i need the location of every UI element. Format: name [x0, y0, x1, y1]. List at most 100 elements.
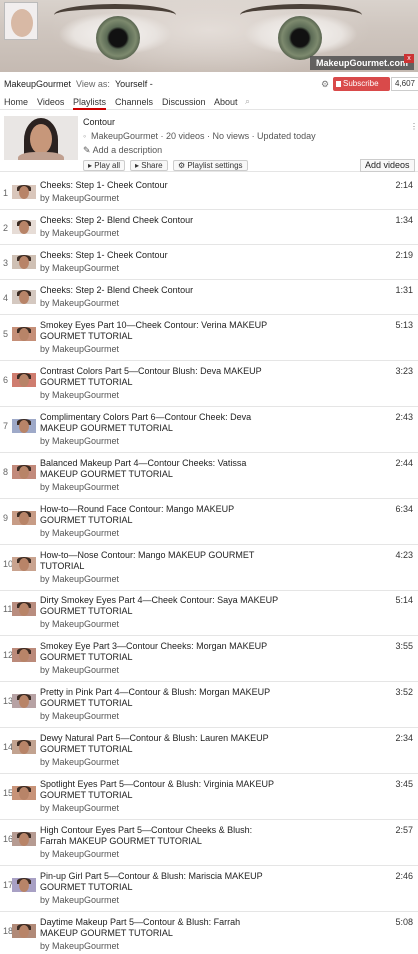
playlist-video-row[interactable]: 15 Spotlight Eyes Part 5—Contour & Blush:…: [0, 774, 418, 820]
video-thumbnail[interactable]: [12, 602, 36, 617]
video-thumbnail[interactable]: [12, 255, 36, 269]
video-index: 6: [3, 374, 9, 385]
playlist-video-row[interactable]: 13 Pretty in Pink Part 4—Contour & Blush:…: [0, 682, 418, 729]
tab-home[interactable]: Home: [4, 97, 28, 107]
channel-name[interactable]: MakeupGourmet: [4, 79, 71, 89]
playlist-settings-button[interactable]: ⚙ Playlist settings: [173, 160, 248, 171]
video-author[interactable]: by MakeupGourmet: [40, 263, 119, 273]
video-author[interactable]: by MakeupGourmet: [40, 803, 119, 813]
gear-icon[interactable]: ⚙: [321, 79, 329, 90]
playlist-video-row[interactable]: 5 Smokey Eyes Part 10—Cheek Contour: Veri…: [0, 315, 418, 361]
playlist-video-row[interactable]: 4 Cheeks: Step 2- Blend Cheek Contour by M…: [0, 280, 418, 315]
video-thumbnail[interactable]: [12, 740, 36, 755]
channel-bar: MakeupGourmet View as: Yourself - ⚙ Subs…: [4, 77, 418, 93]
subscribe-button[interactable]: Subscribe: [333, 77, 390, 91]
video-thumbnail[interactable]: [12, 372, 36, 387]
video-thumbnail[interactable]: [12, 510, 36, 525]
video-title-link[interactable]: Cheeks: Step 2- Blend Cheek Contour: [40, 215, 280, 226]
video-author[interactable]: by MakeupGourmet: [40, 298, 119, 308]
playlist-video-row[interactable]: 14 Dewy Natural Part 5—Contour & Blush: L…: [0, 728, 418, 775]
playlist-video-row[interactable]: 16 High Contour Eyes Part 5—Contour Cheek…: [0, 820, 418, 866]
view-as-dropdown[interactable]: Yourself -: [115, 79, 153, 89]
video-author[interactable]: by MakeupGourmet: [40, 711, 119, 721]
video-title-link[interactable]: Daytime Makeup Part 5—Contour & Blush: F…: [40, 917, 280, 939]
video-title-link[interactable]: Cheeks: Step 1- Cheek Contour: [40, 180, 280, 191]
video-author[interactable]: by MakeupGourmet: [40, 344, 119, 354]
playlist-video-row[interactable]: 8 Balanced Makeup Part 4—Contour Cheeks: …: [0, 453, 418, 499]
video-title-link[interactable]: Balanced Makeup Part 4—Contour Cheeks: V…: [40, 458, 280, 480]
video-title-link[interactable]: Cheeks: Step 1- Cheek Contour: [40, 250, 280, 261]
video-thumbnail[interactable]: [12, 327, 36, 341]
add-videos-button[interactable]: Add videos: [360, 159, 415, 172]
video-author[interactable]: by MakeupGourmet: [40, 941, 119, 951]
video-title-link[interactable]: Dirty Smokey Eyes Part 4—Cheek Contour: …: [40, 595, 280, 617]
playlist-thumbnail[interactable]: [4, 116, 78, 160]
add-description-link[interactable]: ✎ Add a description: [83, 145, 162, 156]
video-duration: 1:34: [395, 215, 413, 225]
video-author[interactable]: by MakeupGourmet: [40, 482, 119, 492]
banner-brand-link[interactable]: MakeupGourmet.com: [309, 56, 414, 70]
video-author[interactable]: by MakeupGourmet: [40, 390, 119, 400]
video-thumbnail[interactable]: [12, 648, 36, 663]
video-author[interactable]: by MakeupGourmet: [40, 228, 119, 238]
video-title-link[interactable]: Smokey Eyes Part 10—Cheek Contour: Verin…: [40, 320, 280, 342]
video-author[interactable]: by MakeupGourmet: [40, 528, 119, 538]
video-thumbnail[interactable]: [12, 786, 36, 800]
share-button[interactable]: ▸ Share: [130, 160, 168, 171]
video-thumbnail[interactable]: [12, 923, 36, 938]
tab-videos[interactable]: Videos: [37, 97, 64, 107]
video-title-link[interactable]: How-to—Nose Contour: Mango MAKEUP GOURME…: [40, 550, 280, 572]
video-author[interactable]: by MakeupGourmet: [40, 193, 119, 203]
more-options-icon[interactable]: ⋮: [410, 122, 418, 131]
playlist-video-row[interactable]: 12 Smokey Eye Part 3—Contour Cheeks: Morg…: [0, 636, 418, 683]
video-author[interactable]: by MakeupGourmet: [40, 895, 119, 905]
playlist-video-row[interactable]: 2 Cheeks: Step 2- Blend Cheek Contour by M…: [0, 210, 418, 245]
video-thumbnail[interactable]: [12, 877, 36, 892]
video-thumbnail[interactable]: [12, 694, 36, 709]
playlist-video-row[interactable]: 17 Pin-up Girl Part 5—Contour & Blush: Ma…: [0, 866, 418, 912]
video-thumbnail[interactable]: [12, 220, 36, 234]
tab-about[interactable]: About: [214, 97, 238, 107]
channel-avatar[interactable]: [4, 2, 38, 40]
video-thumbnail[interactable]: [12, 418, 36, 433]
video-title-link[interactable]: Cheeks: Step 2- Blend Cheek Contour: [40, 285, 280, 296]
playlist-video-row[interactable]: 9 How-to—Round Face Contour: Mango MAKEUP…: [0, 499, 418, 545]
video-title-link[interactable]: Contrast Colors Part 5—Contour Blush: De…: [40, 366, 280, 388]
tab-playlists[interactable]: Playlists: [73, 97, 107, 110]
video-thumbnail[interactable]: [12, 464, 36, 479]
video-title-link[interactable]: Dewy Natural Part 5—Contour & Blush: Lau…: [40, 733, 280, 755]
playlist-video-row[interactable]: 10 How-to—Nose Contour: Mango MAKEUP GOUR…: [0, 545, 418, 591]
channel-tabs: Home Videos Playlists Channels Discussio…: [0, 96, 418, 110]
video-author[interactable]: by MakeupGourmet: [40, 757, 119, 767]
playlist-video-row[interactable]: 18 Daytime Makeup Part 5—Contour & Blush:…: [0, 912, 418, 954]
video-title-link[interactable]: Smokey Eye Part 3—Contour Cheeks: Morgan…: [40, 641, 280, 663]
video-title-link[interactable]: Complimentary Colors Part 6—Contour Chee…: [40, 412, 280, 434]
video-thumbnail[interactable]: [12, 290, 36, 304]
video-author[interactable]: by MakeupGourmet: [40, 619, 119, 629]
video-thumbnail[interactable]: [12, 185, 36, 199]
video-author[interactable]: by MakeupGourmet: [40, 436, 119, 446]
video-index: 9: [3, 512, 9, 523]
video-title-link[interactable]: Pin-up Girl Part 5—Contour & Blush: Mari…: [40, 871, 280, 893]
video-author[interactable]: by MakeupGourmet: [40, 665, 119, 675]
playlist-video-row[interactable]: 1 Cheeks: Step 1- Cheek Contour by MakeupG…: [0, 175, 418, 210]
playlist-video-row[interactable]: 3 Cheeks: Step 1- Cheek Contour by MakeupG…: [0, 245, 418, 280]
subscriber-count: 4,607: [391, 77, 418, 91]
tab-channels[interactable]: Channels: [115, 97, 153, 107]
tab-discussion[interactable]: Discussion: [162, 97, 206, 107]
video-author[interactable]: by MakeupGourmet: [40, 574, 119, 584]
video-title-link[interactable]: How-to—Round Face Contour: Mango MAKEUP …: [40, 504, 280, 526]
playlist-video-row[interactable]: 7 Complimentary Colors Part 6—Contour Che…: [0, 407, 418, 453]
banner-close-icon[interactable]: x: [404, 54, 414, 63]
video-duration: 3:52: [395, 687, 413, 698]
video-author[interactable]: by MakeupGourmet: [40, 849, 119, 859]
video-title-link[interactable]: Spotlight Eyes Part 5—Contour & Blush: V…: [40, 779, 280, 801]
video-title-link[interactable]: Pretty in Pink Part 4—Contour & Blush: M…: [40, 687, 280, 709]
playlist-video-row[interactable]: 6 Contrast Colors Part 5—Contour Blush: D…: [0, 361, 418, 407]
playlist-video-row[interactable]: 11 Dirty Smokey Eyes Part 4—Cheek Contour…: [0, 590, 418, 637]
video-thumbnail[interactable]: [12, 831, 36, 846]
video-thumbnail[interactable]: [12, 556, 36, 571]
search-icon[interactable]: ⌕: [245, 96, 250, 107]
play-all-button[interactable]: ▸ Play all: [83, 160, 126, 171]
video-title-link[interactable]: High Contour Eyes Part 5—Contour Cheeks …: [40, 825, 280, 847]
